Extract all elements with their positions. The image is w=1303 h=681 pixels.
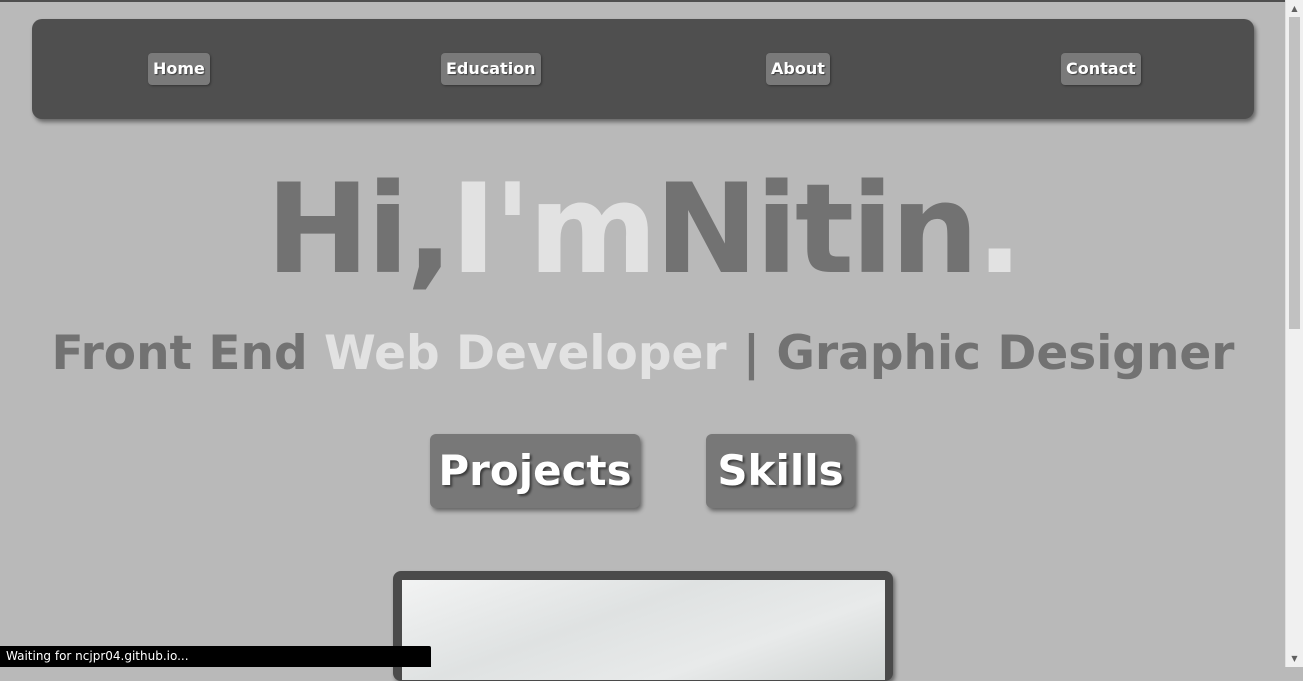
scroll-up-arrow-icon[interactable]: ▲: [1286, 0, 1303, 17]
nav-contact-button[interactable]: Contact: [1061, 53, 1141, 85]
nav-home-button[interactable]: Home: [148, 53, 210, 85]
subtitle-web-developer: Web Developer: [323, 326, 727, 381]
hero-name: Nitin: [654, 158, 979, 302]
profile-photo-frame: [393, 571, 893, 681]
hero-heading: Hi,I'mNitin.: [0, 160, 1286, 300]
hero-subtitle: Front End Web Developer | Graphic Design…: [0, 322, 1286, 386]
subtitle-graphic-designer: | Graphic Designer: [726, 326, 1235, 381]
vertical-scrollbar[interactable]: ▲ ▼: [1285, 0, 1303, 667]
profile-photo: [402, 580, 885, 680]
navigation-bar: Home Education About Contact: [32, 19, 1254, 119]
projects-button[interactable]: Projects: [430, 434, 640, 508]
scrollbar-thumb[interactable]: [1289, 17, 1300, 329]
skills-button[interactable]: Skills: [706, 434, 855, 508]
hero-period: .: [975, 158, 1023, 302]
nav-about-button[interactable]: About: [766, 53, 830, 85]
scroll-down-arrow-icon[interactable]: ▼: [1286, 650, 1303, 667]
nav-education-button[interactable]: Education: [441, 53, 541, 85]
hero-greeting: Hi,: [265, 158, 453, 302]
subtitle-front-end: Front End: [51, 326, 324, 381]
top-border: [0, 0, 1286, 2]
browser-status-bar: Waiting for ncjpr04.github.io...: [0, 646, 431, 667]
hero-im: I'm: [450, 158, 657, 302]
